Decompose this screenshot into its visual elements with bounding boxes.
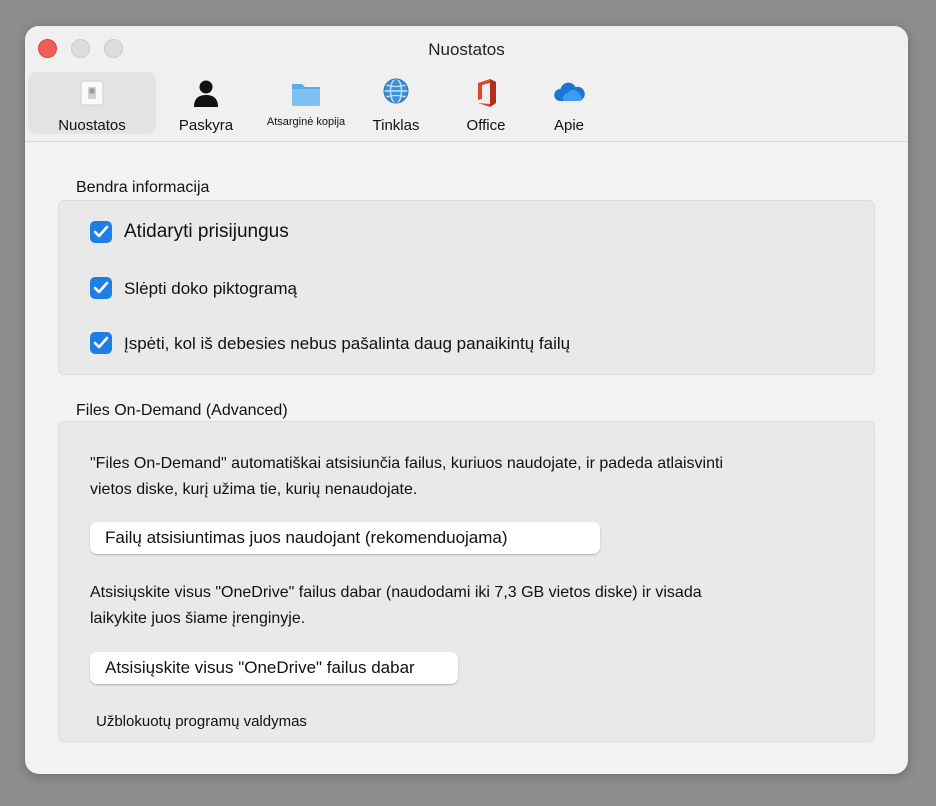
folder-icon	[292, 84, 320, 106]
tab-label: Office	[466, 117, 506, 134]
tab-about[interactable]: Apie	[536, 72, 602, 134]
warn-deleted-files-checkbox[interactable]	[90, 332, 112, 354]
hide-dock-icon-label: Slėpti doko piktogramą	[124, 279, 297, 298]
fod-description-line: vietos diske, kurį užima tie, kurių nena…	[90, 481, 418, 498]
checkmark-icon	[93, 281, 109, 294]
download-all-description: Atsisiųskite visus "OneDrive" failus dab…	[90, 580, 702, 632]
general-section-title: Bendra informacija	[76, 179, 210, 196]
fod-section-title: Files On-Demand (Advanced)	[76, 402, 288, 419]
tab-settings[interactable]: Nuostatos	[28, 72, 156, 134]
tab-label: Apie	[553, 117, 585, 134]
blocked-apps-link[interactable]: Užblokuotų programų valdymas	[96, 713, 307, 730]
cloud-icon	[554, 82, 585, 101]
tab-label: Nuostatos	[58, 117, 126, 134]
tab-network[interactable]: Tinklas	[356, 72, 436, 134]
download-on-demand-button[interactable]: Failų atsisiuntimas juos naudojant (reko…	[90, 522, 600, 554]
tab-label: Paskyra	[178, 117, 234, 134]
open-at-login-label: Atidaryti prisijungus	[124, 221, 289, 242]
globe-icon	[383, 78, 409, 104]
checkmark-icon	[93, 225, 109, 238]
tab-account[interactable]: Paskyra	[156, 72, 256, 134]
warn-deleted-files-label: Įspėti, kol iš debesies nebus pašalinta …	[124, 334, 571, 353]
settings-switch-icon	[80, 80, 104, 106]
window-title: Nuostatos	[428, 40, 505, 59]
download-all-button[interactable]: Atsisiųskite visus "OneDrive" failus dab…	[90, 652, 458, 684]
title-bar: Nuostatos Nuostatos Paskyra Atsarginė ko…	[25, 26, 908, 142]
tab-office[interactable]: Office	[446, 72, 526, 134]
hide-dock-icon-checkbox[interactable]	[90, 277, 112, 299]
preferences-window: Nuostatos Nuostatos Paskyra Atsarginė ko…	[25, 26, 908, 774]
download-all-description-line: Atsisiųskite visus "OneDrive" failus dab…	[90, 584, 702, 601]
fod-description-line: "Files On-Demand" automatiškai atsisiunč…	[90, 455, 724, 472]
open-at-login-checkbox[interactable]	[90, 221, 112, 243]
tab-label: Atsarginė kopija	[266, 116, 346, 128]
tab-backup[interactable]: Atsarginė kopija	[256, 72, 356, 134]
person-icon	[194, 80, 218, 107]
checkmark-icon	[93, 336, 109, 349]
fod-description: "Files On-Demand" automatiškai atsisiunč…	[90, 451, 723, 503]
download-all-description-line: laikykite juos šiame įrenginyje.	[90, 610, 306, 627]
office-icon	[478, 79, 496, 107]
tab-label: Tinklas	[372, 117, 420, 134]
